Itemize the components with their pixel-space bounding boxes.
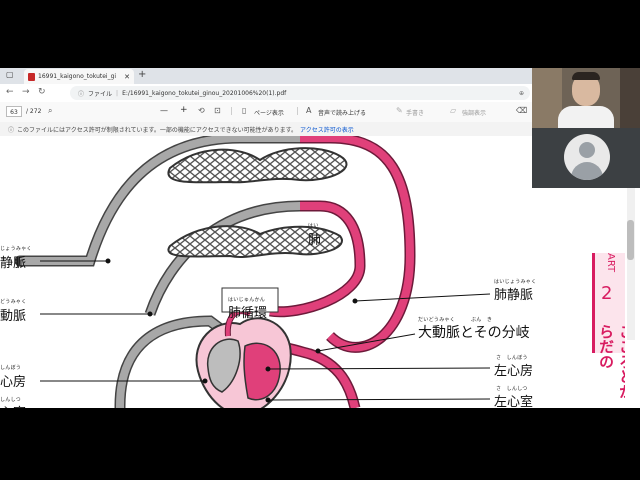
avatar-body-icon [571, 162, 603, 180]
address-field[interactable]: ⓘ ファイル | E:/16991_kaigono_tokutei_ginou_… [70, 86, 530, 100]
lung-upper [167, 147, 348, 184]
scrollbar-thumb[interactable] [627, 220, 634, 260]
lung-ruby: はい [308, 223, 319, 229]
lung-label: 肺 [308, 233, 322, 248]
avatar [564, 134, 610, 180]
left-atrium-label: 左心房 [494, 364, 534, 379]
webcam-video [532, 68, 640, 128]
zoom-in-button[interactable]: + [180, 105, 188, 115]
person-shirt [558, 106, 614, 128]
zoom-out-button[interactable]: — [160, 106, 168, 115]
divider: | [296, 106, 299, 115]
left-label: 動脈 [0, 309, 27, 324]
divider: | [116, 89, 119, 97]
forward-icon[interactable]: → [22, 87, 30, 97]
address-prefix: ファイル [88, 90, 113, 98]
left-label: 心室 [0, 402, 26, 408]
refresh-icon[interactable]: ↻ [38, 87, 46, 97]
address-url: E:/16991_kaigono_tokutei_ginou_20201006%… [122, 89, 287, 97]
highlight-button[interactable]: 強調表示 [462, 108, 486, 117]
participant-tile [532, 128, 640, 188]
tab-actions-icon[interactable]: ▢ [6, 70, 16, 80]
pulmonary-circulation-label: 肺循環 [228, 306, 268, 321]
close-tab-icon[interactable]: ✕ [124, 73, 130, 81]
new-tab-button[interactable]: + [138, 69, 146, 80]
info-icon: ⓘ [78, 90, 85, 98]
side-tab-title: こころとからだの [597, 324, 625, 399]
info-icon: ⓘ [8, 126, 15, 134]
room-background [620, 68, 640, 128]
tab-title: 16991_kaigono_tokutei_ginou_2020100 [38, 73, 116, 80]
left-label-ruby: しんぼう [0, 365, 22, 371]
page-total: / 272 [26, 108, 42, 115]
highlight-icon: ▱ [450, 106, 457, 115]
divider: | [230, 106, 233, 115]
left-ventricle-label: 左心室 [494, 395, 534, 408]
left-label-ruby: どうみゃく [0, 299, 27, 305]
page-view-button[interactable]: ページ表示 [254, 108, 284, 117]
page-view-icon: ▯ [242, 106, 247, 115]
pdf-file-icon [28, 72, 35, 81]
view-permissions-link[interactable]: アクセス許可の表示 [300, 125, 354, 134]
pulmonary-vein-label: 肺静脈 [494, 288, 534, 303]
back-icon[interactable]: ← [6, 87, 14, 97]
zoom-icon[interactable]: ⊕ [519, 90, 524, 97]
left-label: 静脈 [0, 256, 27, 271]
erase-icon[interactable]: ⌫ [516, 106, 527, 115]
side-tab-number: 2 [601, 283, 613, 304]
read-aloud-button[interactable]: 音声で読み上げる [318, 108, 366, 117]
fit-page-icon[interactable]: ⊡ [214, 106, 221, 115]
left-label: 心房 [0, 375, 27, 390]
side-tab-part: ART [605, 253, 616, 273]
draw-button[interactable]: 手書き [406, 108, 424, 117]
info-message: このファイルにはアクセス許可が制限されています。一部の機能にアクセスできない可能… [17, 126, 298, 134]
search-icon[interactable]: ⌕ [48, 106, 52, 116]
page-number-input[interactable]: 63 [6, 106, 22, 117]
tab-pdf[interactable]: 16991_kaigono_tokutei_ginou_2020100 ✕ [24, 69, 134, 84]
read-aloud-icon: A [306, 106, 312, 115]
person-hair [572, 72, 600, 80]
avatar-head-icon [579, 142, 595, 158]
rotate-icon[interactable]: ⟲ [198, 106, 205, 115]
left-label-ruby: じょうみゃく [0, 246, 32, 252]
draw-icon: ✎ [396, 106, 403, 115]
aorta-label: 大動脈とその分岐 [418, 325, 530, 341]
